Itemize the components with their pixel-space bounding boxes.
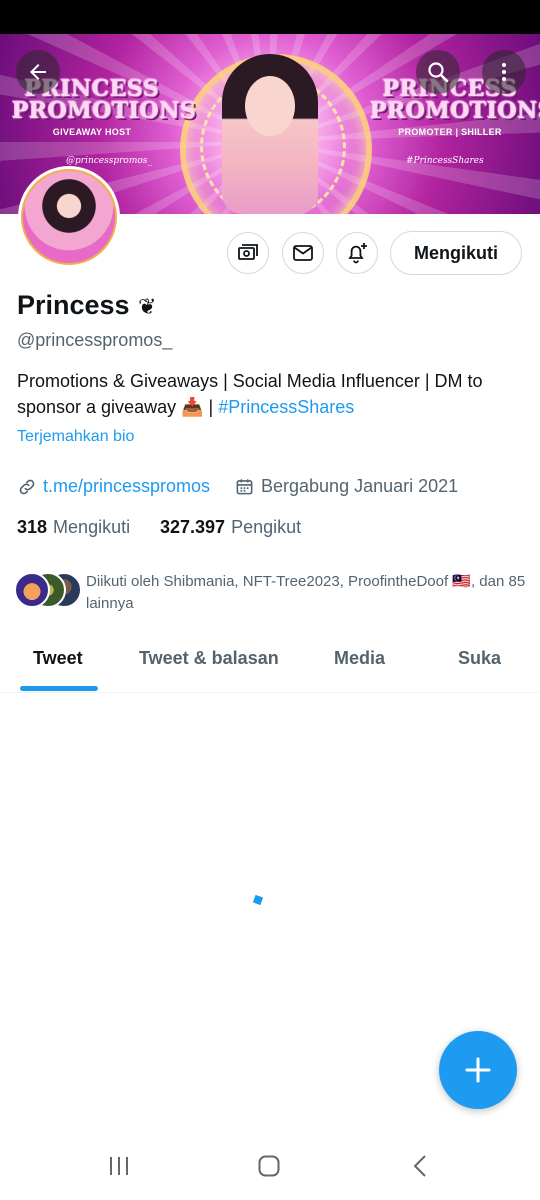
tip-button[interactable]: [227, 232, 269, 274]
plus-icon: [465, 1057, 491, 1083]
followers-count: 327.397: [160, 517, 226, 537]
following-label: Mengikuti: [53, 517, 131, 537]
brand-line2: PROMOTIONS: [12, 98, 197, 124]
bio-hashtag-link[interactable]: #PrincessShares: [218, 397, 354, 417]
message-button[interactable]: [282, 232, 324, 274]
banner-tag-right: #PrincessShares: [406, 156, 484, 166]
recent-apps-icon: [110, 1157, 128, 1175]
mutual-followers-avatars[interactable]: [14, 572, 84, 608]
avatar-image: [21, 169, 117, 265]
more-vertical-icon: [502, 63, 506, 81]
tab-tweet-replies[interactable]: Tweet & balasan: [139, 648, 279, 669]
joined-row: Bergabung Januari 2021: [235, 476, 458, 497]
followed-by-text[interactable]: Diikuti oleh Shibmania, NFT-Tree2023, Pr…: [86, 571, 526, 615]
status-bar: [0, 0, 540, 34]
profile-bio: Promotions & Giveaways | Social Media In…: [17, 368, 517, 420]
profile-link[interactable]: t.me/princesspromos: [43, 476, 210, 497]
profile-link-row[interactable]: t.me/princesspromos: [17, 476, 210, 497]
compose-tweet-button[interactable]: [439, 1031, 517, 1109]
brand-sub: PROMOTER | SHILLER: [398, 127, 502, 137]
chevron-left-icon: [413, 1155, 426, 1177]
money-icon: [238, 244, 258, 260]
profile-name: Princess: [17, 290, 130, 320]
bell-plus-icon: [348, 243, 367, 264]
back-nav-button[interactable]: [401, 1148, 441, 1184]
followers-label: Pengikut: [231, 517, 302, 537]
link-icon: [19, 479, 35, 494]
more-button[interactable]: [482, 50, 526, 94]
recent-apps-button[interactable]: [99, 1148, 139, 1184]
notify-button[interactable]: [336, 232, 378, 274]
mail-icon: [293, 245, 313, 261]
banner-face: [245, 76, 295, 136]
followers-stat[interactable]: 327.397 Pengikut: [160, 517, 301, 538]
tab-likes[interactable]: Suka: [458, 648, 501, 669]
search-icon: [428, 62, 449, 83]
joined-date: Bergabung Januari 2021: [261, 476, 459, 496]
following-count: 318: [17, 517, 48, 537]
back-button[interactable]: [16, 50, 60, 94]
profile-tabs: Tweet Tweet & balasan Media Suka: [0, 630, 540, 693]
following-stat[interactable]: 318 Mengikuti: [17, 517, 130, 538]
translate-bio-link[interactable]: Terjemahkan bio: [17, 428, 134, 446]
brand-line2: PROMOTIONS: [370, 98, 540, 124]
brand-sub: GIVEAWAY HOST: [52, 127, 132, 137]
tab-tweet[interactable]: Tweet: [33, 648, 83, 669]
tab-media[interactable]: Media: [334, 648, 385, 669]
following-button[interactable]: Mengikuti: [390, 231, 522, 275]
android-nav-bar: [0, 1130, 540, 1200]
banner-tag-left: @princesspromos_: [66, 156, 152, 166]
home-icon: [258, 1155, 280, 1177]
profile-avatar[interactable]: [18, 166, 120, 268]
calendar-icon: [236, 479, 253, 495]
home-button[interactable]: [249, 1148, 289, 1184]
search-button[interactable]: [416, 50, 460, 94]
profile-handle: @princesspromos_: [17, 330, 173, 350]
mutual-avatar: [14, 572, 50, 608]
loading-spinner: [252, 894, 264, 906]
name-emoji: ❦: [138, 294, 157, 319]
active-tab-indicator: [20, 686, 98, 691]
arrow-left-icon: [30, 64, 46, 80]
